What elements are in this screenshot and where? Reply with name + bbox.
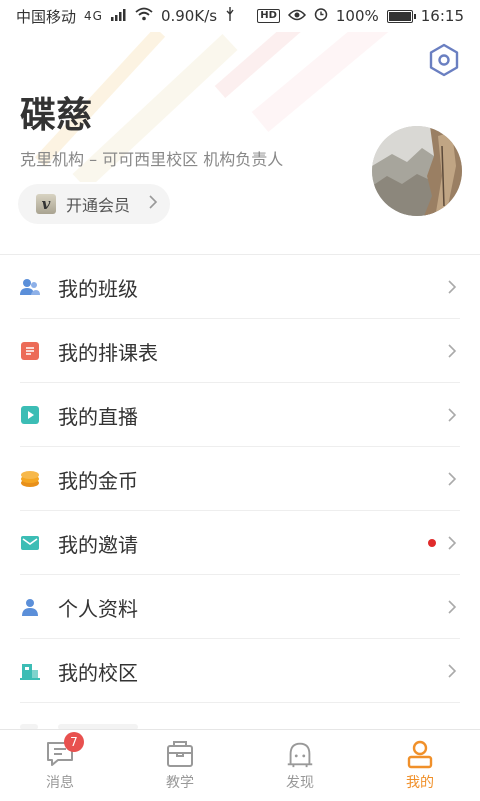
menu-item-label: 我的校区: [58, 660, 138, 685]
menu-item-my-coins[interactable]: 我的金币: [0, 447, 480, 511]
tab-label: 消息: [46, 775, 74, 791]
users-icon: [20, 277, 40, 297]
signal-icon: [110, 7, 127, 25]
hd-indicator: HD: [257, 9, 280, 23]
menu-item-label: 我的直播: [58, 404, 138, 429]
menu-item-my-schedule[interactable]: 我的排课表: [0, 319, 480, 383]
chevron-right-icon: [448, 664, 457, 678]
bottom-tab-bar: 7 消息 教学 发现 我的: [0, 729, 480, 801]
tab-mine[interactable]: 我的: [360, 730, 480, 801]
user-name: 碟慈: [20, 95, 93, 136]
schedule-icon: [20, 341, 40, 361]
menu-item-label: 我的邀请: [58, 532, 138, 557]
avatar[interactable]: [372, 126, 462, 216]
eye-icon: [287, 7, 306, 25]
discover-icon: [284, 738, 316, 770]
tab-teaching[interactable]: 教学: [120, 730, 240, 801]
tab-messages[interactable]: 7 消息: [0, 730, 120, 801]
menu-item-my-live[interactable]: 我的直播: [0, 383, 480, 447]
chevron-right-icon: [448, 280, 457, 294]
chevron-right-icon: [448, 472, 457, 486]
menu-list: 我的班级 我的排课表 我的直播 我的金币 我的邀请 个人资料 我的校区: [0, 255, 480, 703]
teaching-icon: [164, 738, 196, 770]
organization-role: 克里机构 – 可可西里校区 机构负责人: [20, 150, 284, 169]
tab-label: 我的: [406, 775, 434, 791]
menu-item-label: 我的排课表: [58, 340, 158, 365]
unread-dot: [428, 539, 436, 547]
usb-icon: [225, 7, 235, 25]
clock-time: 16:15: [420, 7, 464, 25]
menu-item-my-invitations[interactable]: 我的邀请: [0, 511, 480, 575]
alarm-icon: [314, 7, 328, 25]
menu-item-my-campus[interactable]: 我的校区: [0, 639, 480, 703]
coins-icon: [20, 469, 40, 489]
menu-item-personal-info[interactable]: 个人资料: [0, 575, 480, 639]
menu-item-label: 我的金币: [58, 468, 138, 493]
network-type: 4G: [84, 9, 103, 23]
vip-badge-icon: v: [36, 194, 56, 214]
chevron-right-icon: [448, 600, 457, 614]
open-membership-button[interactable]: v 开通会员: [18, 184, 170, 224]
unread-count-badge: 7: [64, 732, 84, 752]
profile-icon: [404, 738, 436, 770]
status-bar: 中国移动 4G 0.90K/s HD 100% 16:15: [0, 0, 480, 32]
chevron-right-icon: [148, 194, 158, 214]
tab-label: 发现: [286, 775, 314, 791]
battery-level: 100%: [335, 7, 379, 25]
mail-icon: [20, 533, 40, 553]
tab-label: 教学: [166, 775, 194, 791]
network-speed: 0.90K/s: [160, 7, 218, 25]
next-menu-item-partial: [20, 706, 460, 730]
settings-button[interactable]: [426, 42, 462, 78]
chevron-right-icon: [448, 408, 457, 422]
chevron-right-icon: [448, 536, 457, 550]
menu-item-my-class[interactable]: 我的班级: [0, 255, 480, 319]
settings-hexagon-icon: [429, 43, 459, 77]
membership-label: 开通会员: [66, 196, 131, 215]
person-icon: [20, 597, 40, 617]
live-icon: [20, 405, 40, 425]
campus-icon: [20, 661, 40, 681]
chevron-right-icon: [448, 344, 457, 358]
menu-item-label: 我的班级: [58, 276, 138, 301]
carrier-name: 中国移动: [16, 7, 77, 26]
battery-icon: [386, 9, 416, 23]
tab-discover[interactable]: 发现: [240, 730, 360, 801]
wifi-icon: [135, 7, 153, 25]
menu-item-label: 个人资料: [58, 596, 138, 621]
